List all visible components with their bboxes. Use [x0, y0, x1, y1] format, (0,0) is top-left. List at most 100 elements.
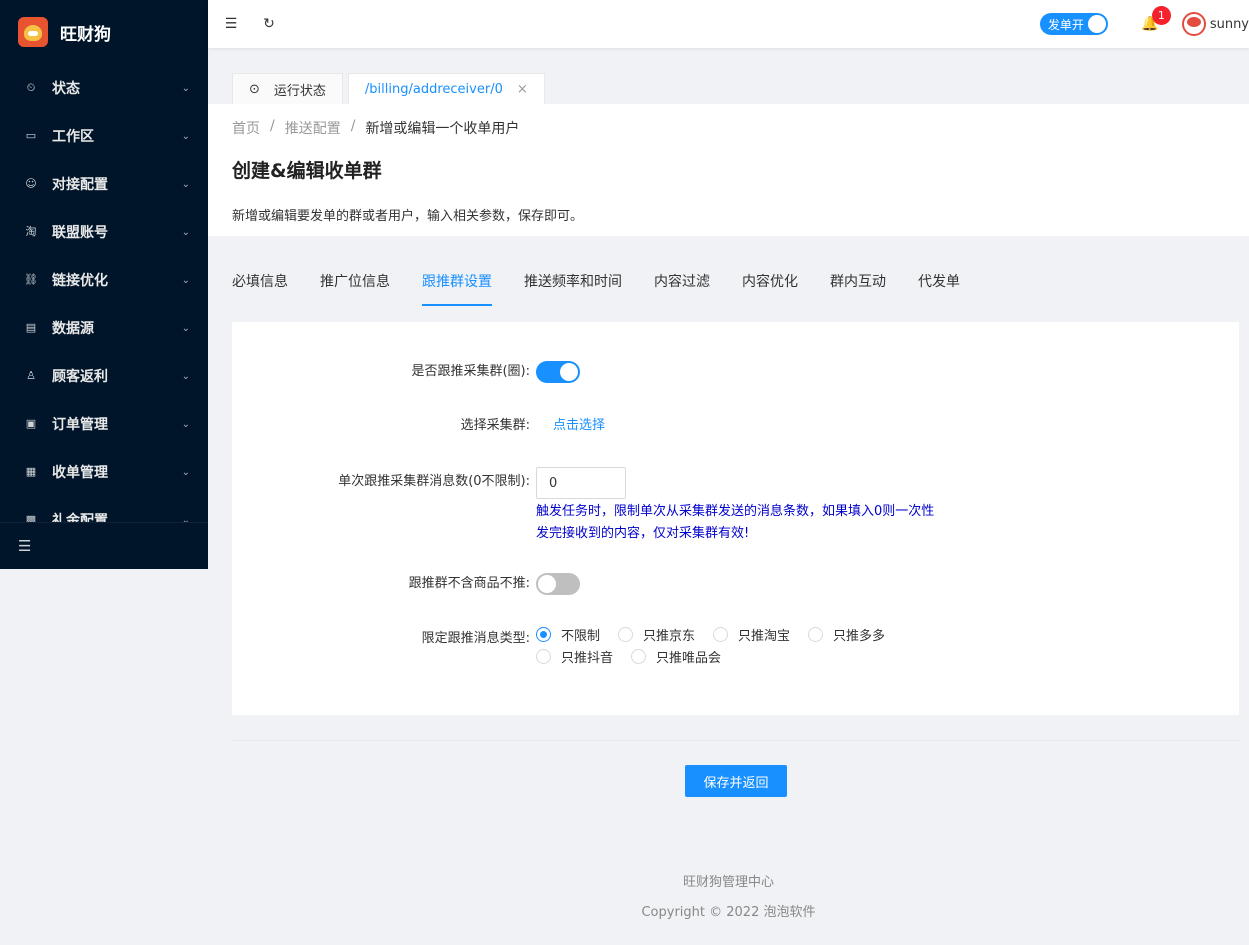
breadcrumb-sep: / [270, 118, 275, 134]
count-row: 单次跟推采集群消息数(0不限制): 触发任务时，限制单次从采集群发送的消息条数，… [232, 467, 1239, 545]
radio-circle [808, 626, 824, 642]
refresh-button[interactable]: ↻ [250, 0, 288, 48]
send-toggle-label: 发单开 [1047, 17, 1084, 32]
menu-icon: ▭ [25, 129, 37, 142]
sidebar-item-label: 联盟账号 [52, 225, 108, 241]
breadcrumb-current: 新增或编辑一个收单用户 [365, 121, 520, 137]
no-goods-row: 跟推群不含商品不推: [232, 573, 1239, 595]
form-tabs: 必填信息 推广位信息 跟推群设置 推送频率和时间 内容过滤 内容优化 群内互动 代发单 [232, 262, 992, 306]
chevron-down-icon: ⌄ [181, 274, 190, 286]
menu-icon: 淘 [25, 225, 37, 238]
radio-circle [618, 626, 634, 642]
chevron-down-icon: ⌄ [181, 178, 190, 190]
type-radio-0[interactable]: 不限制 [536, 623, 600, 645]
type-radio-group: 不限制 只推京东 只推淘宝 只推多多只推抖音 只推唯品会 [536, 623, 916, 667]
radio-circle [713, 626, 729, 642]
notification-button[interactable]: 🔔 1 [1130, 0, 1171, 48]
tab-run-status[interactable]: ⊙ 运行状态 [232, 73, 343, 104]
sidebar-item-2[interactable]: ☺ 对接配置 ⌄ [0, 160, 208, 208]
sidebar-item-7[interactable]: ▣ 订单管理 ⌄ [0, 400, 208, 448]
radio-label: 只推抖音 [561, 650, 614, 666]
menu-icon: ⛓ [24, 273, 38, 286]
tab-billing-addreceiver[interactable]: /billing/addreceiver/0 × [347, 73, 545, 104]
menu-fold-icon: ☰ [224, 16, 238, 32]
no-goods-switch[interactable] [536, 573, 580, 595]
menu-icon: ▩ [25, 513, 37, 522]
sidebar-item-8[interactable]: ▦ 收单管理 ⌄ [0, 448, 208, 496]
switch-knob [538, 575, 556, 593]
type-radio-5[interactable]: 只推唯品会 [631, 645, 721, 667]
count-input[interactable] [536, 467, 626, 499]
sidebar-item-label: 工作区 [52, 129, 94, 145]
sidebar-item-1[interactable]: ▭ 工作区 ⌄ [0, 112, 208, 160]
form-tab-2[interactable]: 跟推群设置 [422, 262, 492, 306]
form-tab-5[interactable]: 内容优化 [742, 262, 798, 306]
form-tab-0[interactable]: 必填信息 [232, 262, 288, 306]
collapse-icon: ☰ [18, 537, 32, 555]
radio-label: 只推唯品会 [656, 650, 722, 666]
menu-fold-button[interactable]: ☰ [212, 0, 250, 48]
form-tab-6[interactable]: 群内互动 [830, 262, 886, 306]
menu-icon: ▤ [25, 321, 37, 334]
send-toggle[interactable]: 发单开 [1039, 13, 1108, 35]
select-row: 选择采集群: 点击选择 [232, 415, 1239, 437]
radio-label: 只推京东 [643, 628, 696, 644]
menu-icon: ⏲ [26, 81, 36, 94]
type-radio-2[interactable]: 只推淘宝 [713, 623, 790, 645]
save-and-return-button[interactable]: 保存并返回 [685, 765, 787, 797]
chevron-down-icon: ⌄ [181, 418, 190, 430]
sidebar-item-label: 状态 [52, 81, 80, 97]
follow-switch[interactable] [536, 361, 580, 383]
form-card: 是否跟推采集群(圈): 选择采集群: 点击选择 单次跟推采集群消息数(0不限制)… [232, 322, 1239, 715]
avatar [1181, 12, 1206, 36]
sidebar-collapse-button[interactable]: ☰ [0, 522, 208, 569]
select-group-link[interactable]: 点击选择 [553, 418, 605, 433]
count-label: 单次跟推采集群消息数(0不限制): [338, 474, 530, 489]
radio-circle [536, 648, 551, 664]
sidebar-item-label: 数据源 [52, 321, 94, 337]
sidebar-item-label: 收单管理 [52, 465, 108, 481]
type-row: 限定跟推消息类型: 不限制 只推京东 只推淘宝 只推多多 只推抖音 只推唯品会 [232, 623, 1239, 667]
menu-icon: ▣ [25, 417, 37, 430]
breadcrumb-home[interactable]: 首页 [232, 118, 260, 138]
sidebar-item-5[interactable]: ▤ 数据源 ⌄ [0, 304, 208, 352]
sidebar-item-label: 顾客返利 [52, 369, 108, 385]
radio-label: 只推多多 [833, 628, 886, 644]
chevron-down-icon: ⌄ [181, 226, 190, 238]
sidebar-item-4[interactable]: ⛓ 链接优化 ⌄ [0, 256, 208, 304]
radio-circle [631, 648, 647, 664]
sidebar-item-9[interactable]: ▩ 礼金配置 ⌄ [0, 496, 208, 522]
radio-circle [536, 626, 551, 642]
breadcrumb-parent[interactable]: 推送配置 [285, 118, 341, 138]
type-radio-3[interactable]: 只推多多 [808, 623, 885, 645]
page-tabs: ⊙ 运行状态 /billing/addreceiver/0 × [232, 73, 550, 104]
logo[interactable]: 旺财狗 [0, 0, 208, 64]
form-tab-3[interactable]: 推送频率和时间 [524, 262, 622, 306]
form-tab-7[interactable]: 代发单 [918, 262, 960, 306]
clock-icon: ⊙ [249, 81, 260, 97]
sidebar-item-0[interactable]: ⏲ 状态 ⌄ [0, 64, 208, 112]
top-header: ☰ ↻ 发单开 🔔 1 sunny [208, 0, 1249, 48]
type-radio-4[interactable]: 只推抖音 [536, 645, 613, 667]
sidebar-item-6[interactable]: ♙ 顾客返利 ⌄ [0, 352, 208, 400]
no-goods-label: 跟推群不含商品不推: [408, 576, 530, 591]
sidebar-item-3[interactable]: 淘 联盟账号 ⌄ [0, 208, 208, 256]
form-tab-4[interactable]: 内容过滤 [654, 262, 710, 306]
chevron-down-icon: ⌄ [181, 466, 190, 478]
logo-title: 旺财狗 [60, 24, 111, 45]
chevron-down-icon: ⌄ [181, 130, 190, 142]
username: sunny [1209, 16, 1249, 32]
menu-icon: ♙ [26, 369, 36, 382]
sidebar-item-label: 对接配置 [52, 177, 108, 193]
type-radio-1[interactable]: 只推京东 [618, 623, 695, 645]
form-tab-1[interactable]: 推广位信息 [320, 262, 390, 306]
breadcrumb-sep: / [350, 118, 356, 134]
sidebar-item-label: 礼金配置 [52, 513, 108, 522]
user-menu[interactable]: sunny [1181, 12, 1249, 36]
close-icon[interactable]: × [517, 82, 528, 97]
sidebar-menu: ⏲ 状态 ⌄ ▭ 工作区 ⌄ ☺ 对接配置 ⌄ 淘 联盟账号 ⌄ ⛓ 链接优化 ⌄ ▤ 数据源 ⌄ ♙ 顾客返利 ⌄ ▣ 订… [0, 64, 208, 522]
page-description: 新增或编辑要发单的群或者用户，输入相关参数，保存即可。 [232, 209, 584, 224]
menu-icon: ▦ [25, 465, 37, 478]
tab-label: /billing/addreceiver/0 [364, 81, 503, 97]
footer-title: 旺财狗管理中心 [682, 875, 774, 890]
